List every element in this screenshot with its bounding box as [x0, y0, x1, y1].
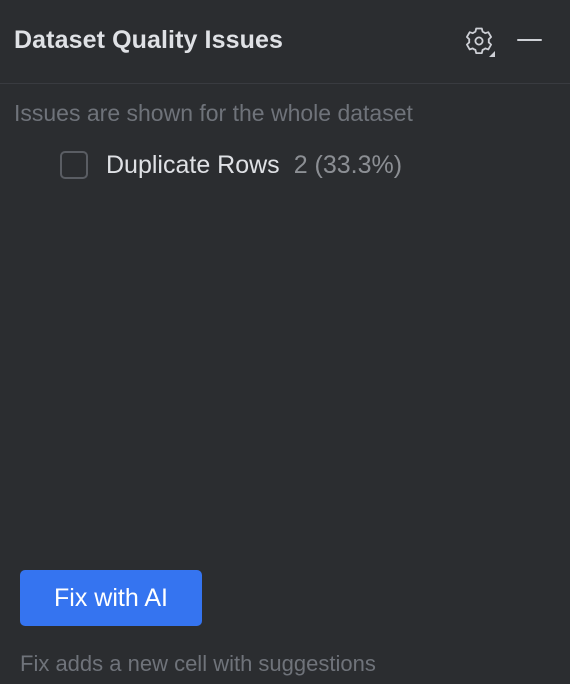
minimize-icon: [517, 39, 542, 41]
issue-count: 2 (33.3%): [293, 150, 403, 179]
settings-button[interactable]: [460, 22, 498, 60]
panel-title: Dataset Quality Issues: [14, 26, 283, 54]
issue-row-duplicate-rows[interactable]: Duplicate Rows 2 (33.3%): [60, 147, 402, 183]
gear-icon: [460, 22, 498, 60]
fix-footer-note: Fix adds a new cell with suggestions: [20, 651, 376, 676]
scope-info-text: Issues are shown for the whole dataset: [14, 100, 413, 126]
issue-checkbox[interactable]: [60, 151, 88, 179]
dataset-quality-panel: Dataset Quality Issues Issues are shown …: [0, 0, 570, 684]
panel-header: Dataset Quality Issues: [0, 0, 570, 84]
issue-label: Duplicate Rows: [106, 150, 280, 179]
minimize-button[interactable]: [514, 24, 546, 56]
fix-with-ai-button[interactable]: Fix with AI: [20, 570, 202, 626]
